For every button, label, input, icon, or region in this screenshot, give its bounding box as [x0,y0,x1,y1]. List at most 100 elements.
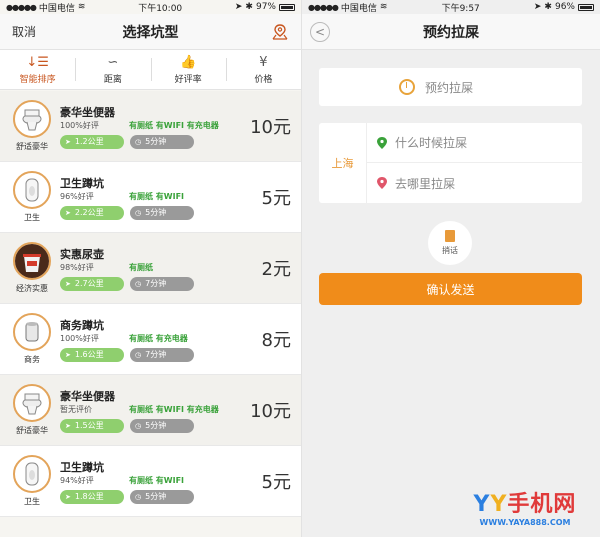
clock-icon: ◷ [135,492,142,501]
features: 有厕纸 [129,263,153,272]
time-pill: ◷ 5分钟 [130,134,194,149]
features: 有厕纸 有WIFI [129,476,185,485]
sort-smart[interactable]: ↓☰ 智能排序 [0,50,75,89]
toilet-thumbnail [13,384,51,422]
map-pin-icon[interactable] [271,23,289,41]
sort-label: 好评率 [174,74,202,85]
time-pill: ◷ 5分钟 [130,489,194,504]
thumbs-up-icon: 👍 [180,54,197,70]
status-bar: ●●●●● 中国电信 ≋ 下午10:00 ➤ ✱ 97% [0,0,301,14]
reserve-button[interactable]: 预约拉屎 [319,68,582,106]
time-pill: ◷ 7分钟 [130,276,194,291]
rating: 94%好评 [60,476,94,485]
sort-rating[interactable]: 👍 好评率 [150,50,226,89]
rating: 100%好评 [60,334,99,343]
price: 10元 [250,117,291,138]
features: 有厕纸 有WIFI [129,192,185,201]
time: 5分钟 [145,492,167,501]
sort-lines-icon: ↓☰ [26,54,49,70]
where-placeholder: 去哪里拉屎 [395,176,456,191]
distance-pill: ➤ 1.8公里 [60,489,124,504]
sort-label: 距离 [103,74,122,85]
battery-percent: 96% [554,2,575,12]
price: 5元 [261,472,291,493]
message-label: 捎话 [442,246,458,255]
wifi-icon: ≋ [379,2,388,12]
squat-toilet-thumbnail [13,455,51,493]
stall-name: 豪华坐便器 [60,389,115,403]
clock-icon: ◷ [135,350,142,359]
time-pill: ◷ 7分钟 [130,347,194,362]
nav-bar: 取消 选择坑型 [0,14,301,50]
distance: 1.6公里 [74,350,104,359]
list-item[interactable]: 商务 商务蹲坑 100%好评 有厕纸 有充电器 ➤ 1.6公里 ◷ 7分钟 8元 [0,304,301,375]
sort-price[interactable]: ¥ 价格 [225,50,301,89]
sort-bar: ↓☰ 智能排序 ∽ 距离 👍 好评率 ¥ 价格 [0,50,301,90]
back-button[interactable]: < [310,22,330,42]
stall-list: 舒适豪华 豪华坐便器 100%好评 有厕纸 有WIFI 有充电器 ➤ 1.2公里 ◷… [0,91,301,517]
distance: 2.7公里 [74,279,104,288]
features: 有厕纸 有WIFI 有充电器 [129,405,219,414]
toilet-thumbnail [13,100,51,138]
time: 5分钟 [145,421,167,430]
cancel-button[interactable]: 取消 [12,23,36,40]
navigate-icon: ➤ [65,137,71,146]
stall-name: 商务蹲坑 [60,318,104,332]
where-field[interactable]: 去哪里拉屎 [367,163,582,203]
distance: 2.2公里 [74,208,104,217]
time: 5分钟 [145,137,167,146]
type-label: 商务 [24,355,40,364]
when-placeholder: 什么时候拉屎 [395,136,468,150]
location-arrow-icon: ➤ [533,2,542,12]
stall-name: 卫生蹲坑 [60,176,104,190]
reserve-screen: ●●●●● 中国电信 ≋ 下午9:57 ➤ ✱ 96% < 预约拉屎 预约拉屎 … [301,0,600,537]
green-pin-icon [377,136,387,149]
list-item[interactable]: 舒适豪华 豪华坐便器 暂无评价 有厕纸 有WIFI 有充电器 ➤ 1.5公里 ◷ 5分… [0,375,301,446]
battery-icon [577,3,594,11]
clock-icon [399,79,415,95]
stall-name: 实惠尿壶 [60,247,104,261]
navigate-icon: ➤ [65,350,71,359]
price: 5元 [261,188,291,209]
status-time: 下午9:57 [441,3,480,14]
time: 5分钟 [145,208,167,217]
stall-name: 豪华坐便器 [60,105,115,119]
page-title: 选择坑型 [122,24,179,41]
signal-icon: ●●●●● [6,2,37,12]
features: 有厕纸 有WIFI 有充电器 [129,121,219,130]
list-item[interactable]: 卫生 卫生蹲坑 94%好评 有厕纸 有WIFI ➤ 1.8公里 ◷ 5分钟 5元 [0,446,301,517]
when-field[interactable]: 什么时候拉屎 [367,123,582,163]
message-button[interactable]: 捎话 [428,221,472,265]
time: 7分钟 [145,350,167,359]
watermark-logo: YY手机网 WWW.YAYA888.COM [458,486,592,527]
sort-distance[interactable]: ∽ 距离 [75,50,150,89]
list-item[interactable]: 卫生 卫生蹲坑 96%好评 有厕纸 有WIFI ➤ 2.2公里 ◷ 5分钟 5元 [0,162,301,233]
sort-label: 智能排序 [19,74,56,85]
list-item[interactable]: 舒适豪华 豪华坐便器 100%好评 有厕纸 有WIFI 有充电器 ➤ 1.2公里 ◷… [0,91,301,162]
rating: 100%好评 [60,121,99,130]
confirm-send-button[interactable]: 确认发送 [319,273,582,305]
distance: 1.5公里 [74,421,104,430]
bluetooth-icon: ✱ [544,2,552,12]
status-bar: ●●●●● 中国电信 ≋ 下午9:57 ➤ ✱ 96% [302,0,600,14]
clock-icon: ◷ [135,421,142,430]
type-label: 经济实惠 [16,284,48,293]
type-label: 卫生 [24,213,40,222]
route-icon: ∽ [107,54,119,70]
time-pill: ◷ 5分钟 [130,418,194,433]
sort-label: 价格 [254,74,273,85]
location-card: 上海 什么时候拉屎 去哪里拉屎 [319,123,582,203]
list-item[interactable]: 经济实惠 实惠尿壶 98%好评 有厕纸 ➤ 2.7公里 ◷ 7分钟 2元 [0,233,301,304]
note-icon [445,230,455,242]
type-label: 舒适豪华 [16,142,48,151]
bluetooth-icon: ✱ [245,2,253,12]
price: 2元 [261,259,291,280]
type-label: 舒适豪华 [16,426,48,435]
select-stall-screen: ●●●●● 中国电信 ≋ 下午10:00 ➤ ✱ 97% 取消 选择坑型 ↓☰ … [0,0,301,537]
city-selector[interactable]: 上海 [319,123,367,203]
location-arrow-icon: ➤ [234,2,243,12]
clock-icon: ◷ [135,279,142,288]
distance: 1.2公里 [74,137,104,146]
navigate-icon: ➤ [65,492,71,501]
red-pin-icon [377,177,387,189]
